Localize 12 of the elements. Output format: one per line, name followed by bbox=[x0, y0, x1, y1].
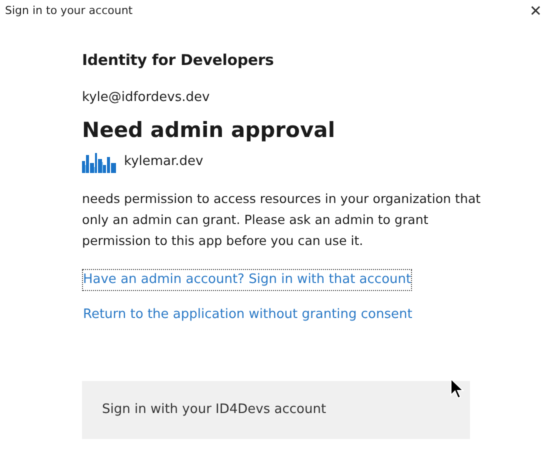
app-name: kylemar.dev bbox=[124, 153, 204, 172]
text-link[interactable]: Return to the application without granting consent bbox=[82, 304, 414, 326]
account-email: kyle@idfordevs.dev bbox=[82, 88, 211, 106]
permission-message: needs permission to access resources in your organization that only an admin can grant. Please ask an admin to grant permission to this app before you can use it. bbox=[82, 190, 482, 250]
app-logo-icon bbox=[82, 151, 116, 174]
organization-name: Identity for Developers bbox=[82, 50, 275, 71]
close-button[interactable]: ✕ bbox=[521, 4, 550, 18]
sign-in-option[interactable]: Sign in with your ID4Devs account bbox=[82, 381, 470, 440]
window-title: Sign in to your account bbox=[5, 2, 133, 19]
page-heading: Need admin approval bbox=[82, 118, 336, 144]
text-link[interactable]: Have an admin account? Sign in with that account bbox=[82, 269, 412, 291]
mouse-pointer-icon bbox=[450, 378, 464, 400]
